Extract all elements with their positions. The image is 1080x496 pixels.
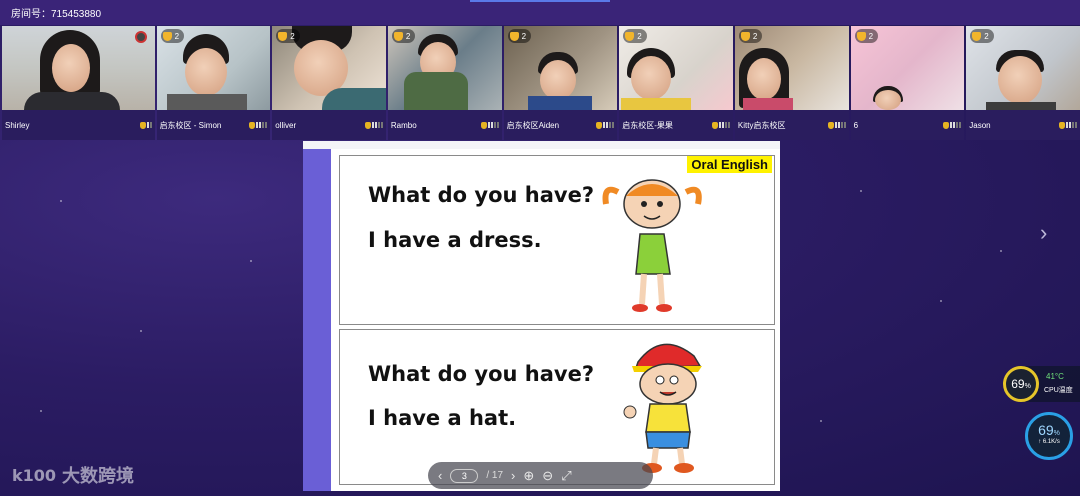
network-monitor-widget[interactable]: 69% ↑ 6.1K/s <box>1025 412 1073 460</box>
video-strip: Shirley 2 启东校区 - Simon 2 olliver 2 Rambo… <box>2 26 1080 140</box>
memory-usage: 69% <box>1038 422 1060 438</box>
zoom-out-icon[interactable]: ⊖ <box>542 468 553 484</box>
cpu-monitor-widget[interactable]: 69% 41°C CPU温度 <box>1003 366 1080 402</box>
participant-name: olliver <box>275 120 297 130</box>
video-tile-student[interactable]: 2 olliver <box>272 26 386 140</box>
cpu-usage-ring: 69% <box>1003 366 1039 402</box>
participant-namebar: 启东校区-果果 <box>619 110 733 140</box>
prev-page-icon[interactable]: ‹ <box>438 468 442 483</box>
participant-namebar: 启东校区Aiden <box>503 110 618 140</box>
trophy-badge: 2 <box>391 29 416 43</box>
upload-speed: ↑ 6.1K/s <box>1038 439 1060 445</box>
mic-level-icon <box>364 121 383 129</box>
trophy-icon <box>740 31 750 41</box>
trophy-icon <box>625 31 635 41</box>
mic-level-icon <box>480 121 499 129</box>
video-tile-student[interactable]: 2 Rambo <box>387 26 502 140</box>
video-tile-student[interactable]: 2 启东校区 - Simon <box>156 26 271 140</box>
zoom-in-icon[interactable]: ⊕ <box>523 468 534 484</box>
slide-card-dress: Oral English What do you have? I have a … <box>339 155 775 325</box>
question-text: What do you have? <box>368 362 595 386</box>
mic-level-icon <box>139 121 152 129</box>
video-tile-student[interactable]: 2 启东校区Aiden <box>503 26 618 140</box>
trophy-badge: 2 <box>970 29 994 43</box>
mic-level-icon <box>249 121 268 129</box>
slide-pager: ‹ 3 / 17 › ⊕ ⊖ ⤢ <box>428 462 653 489</box>
trophy-icon <box>509 31 519 41</box>
top-accent-line <box>470 0 610 2</box>
trophy-icon <box>972 31 982 41</box>
next-slide-arrow-icon[interactable]: › <box>1040 220 1047 246</box>
boy-illustration-icon <box>623 343 702 473</box>
participant-name: 启东校区-果果 <box>622 120 673 130</box>
oral-english-badge: Oral English <box>687 156 772 173</box>
answer-text: I have a dress. <box>368 228 542 252</box>
participant-name: Shirley <box>5 120 30 130</box>
slide-top-strip <box>303 141 780 149</box>
mic-level-icon <box>827 121 846 129</box>
participant-namebar: Shirley <box>2 110 155 140</box>
participant-namebar: Kitty启东校区 <box>734 110 849 140</box>
cpu-temperature: 41°C <box>1046 372 1064 381</box>
participant-name: 6 <box>853 120 859 130</box>
trophy-badge: 2 <box>623 29 647 43</box>
answer-text: I have a hat. <box>368 406 517 430</box>
video-tile-teacher[interactable]: Shirley <box>2 26 155 140</box>
trophy-badge: 2 <box>160 29 185 43</box>
participant-name: 启东校区Aiden <box>506 120 560 130</box>
top-bar: 房间号：715453880 <box>0 0 1080 25</box>
participant-namebar: Jason <box>966 110 1080 140</box>
page-total: / 17 <box>486 470 504 481</box>
trophy-badge: 2 <box>738 29 763 43</box>
room-number: 房间号：715453880 <box>11 9 102 20</box>
mic-level-icon <box>943 121 962 129</box>
record-indicator-icon[interactable] <box>134 31 147 43</box>
brand-watermark: k100 大数跨境 <box>12 462 134 488</box>
video-tile-student[interactable]: 2 6 <box>850 26 965 140</box>
participant-name: Rambo <box>390 120 417 130</box>
mic-level-icon <box>1058 121 1077 129</box>
video-feed <box>2 26 155 110</box>
fullscreen-icon[interactable]: ⤢ <box>561 468 571 484</box>
trophy-icon <box>393 31 403 41</box>
video-tile-student[interactable]: 2 Kitty启东校区 <box>734 26 849 140</box>
video-tile-student[interactable]: 2 Jason <box>966 26 1080 140</box>
question-text: What do you have? <box>368 183 595 207</box>
trophy-icon <box>162 31 172 41</box>
page-number-input[interactable]: 3 <box>450 468 479 483</box>
trophy-badge: 2 <box>276 29 300 43</box>
participant-name: 启东校区 - Simon <box>159 120 222 130</box>
slide-side-band <box>303 149 331 491</box>
brand-logo: k100 <box>12 465 57 485</box>
mic-level-icon <box>711 121 730 129</box>
participant-namebar: olliver <box>272 110 386 140</box>
trophy-icon <box>856 31 866 41</box>
participant-name: Jason <box>969 120 991 130</box>
participant-namebar: 6 <box>850 110 965 140</box>
girl-illustration-icon <box>602 179 702 312</box>
brand-name: 大数跨境 <box>62 466 135 486</box>
trophy-badge: 2 <box>507 29 532 43</box>
participant-namebar: Rambo <box>387 110 502 140</box>
courseware-slide: Oral English What do you have? I have a … <box>303 141 780 491</box>
video-tile-student[interactable]: 2 启东校区-果果 <box>619 26 733 140</box>
participant-name: Kitty启东校区 <box>737 120 786 130</box>
trophy-badge: 2 <box>854 29 879 43</box>
participant-namebar: 启东校区 - Simon <box>156 110 271 140</box>
trophy-icon <box>278 31 288 41</box>
cpu-temperature-label: CPU温度 <box>1044 387 1073 394</box>
next-page-icon[interactable]: › <box>511 468 515 483</box>
mic-level-icon <box>596 121 615 129</box>
